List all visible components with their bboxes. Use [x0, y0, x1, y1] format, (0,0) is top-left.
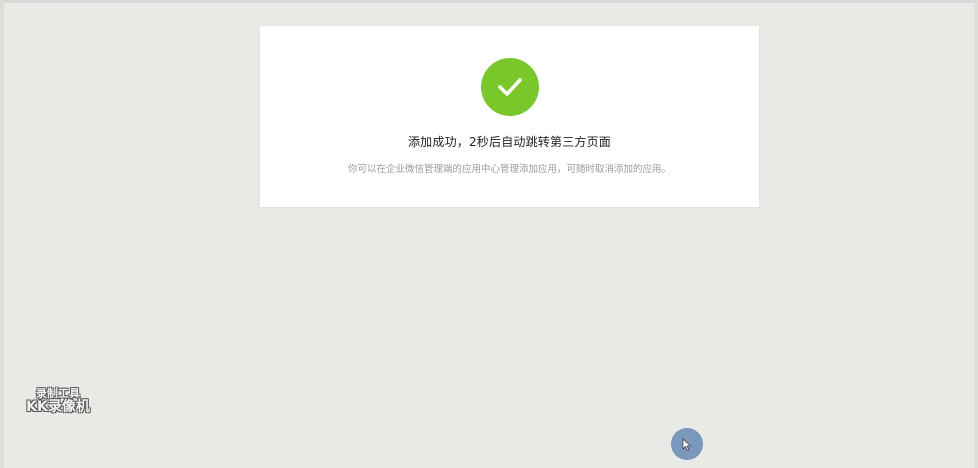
cursor-arrow-icon [682, 438, 692, 452]
recorder-watermark: 录制工具 KK录像机 [22, 387, 94, 416]
cursor-highlight [671, 428, 703, 460]
success-description: 你可以在企业微信管理端的应用中心管理添加应用，可随时取消添加的应用。 [347, 164, 671, 175]
top-divider [0, 0, 978, 3]
checkmark-icon [498, 78, 522, 96]
watermark-line2: KK录像机 [26, 399, 90, 416]
success-title: 添加成功，2秒后自动跳转第三方页面 [407, 135, 612, 149]
left-edge [0, 0, 4, 468]
success-card: 添加成功，2秒后自动跳转第三方页面 你可以在企业微信管理端的应用中心管理添加应用… [260, 26, 759, 207]
page: 添加成功，2秒后自动跳转第三方页面 你可以在企业微信管理端的应用中心管理添加应用… [0, 0, 978, 468]
check-circle-icon [481, 58, 539, 116]
